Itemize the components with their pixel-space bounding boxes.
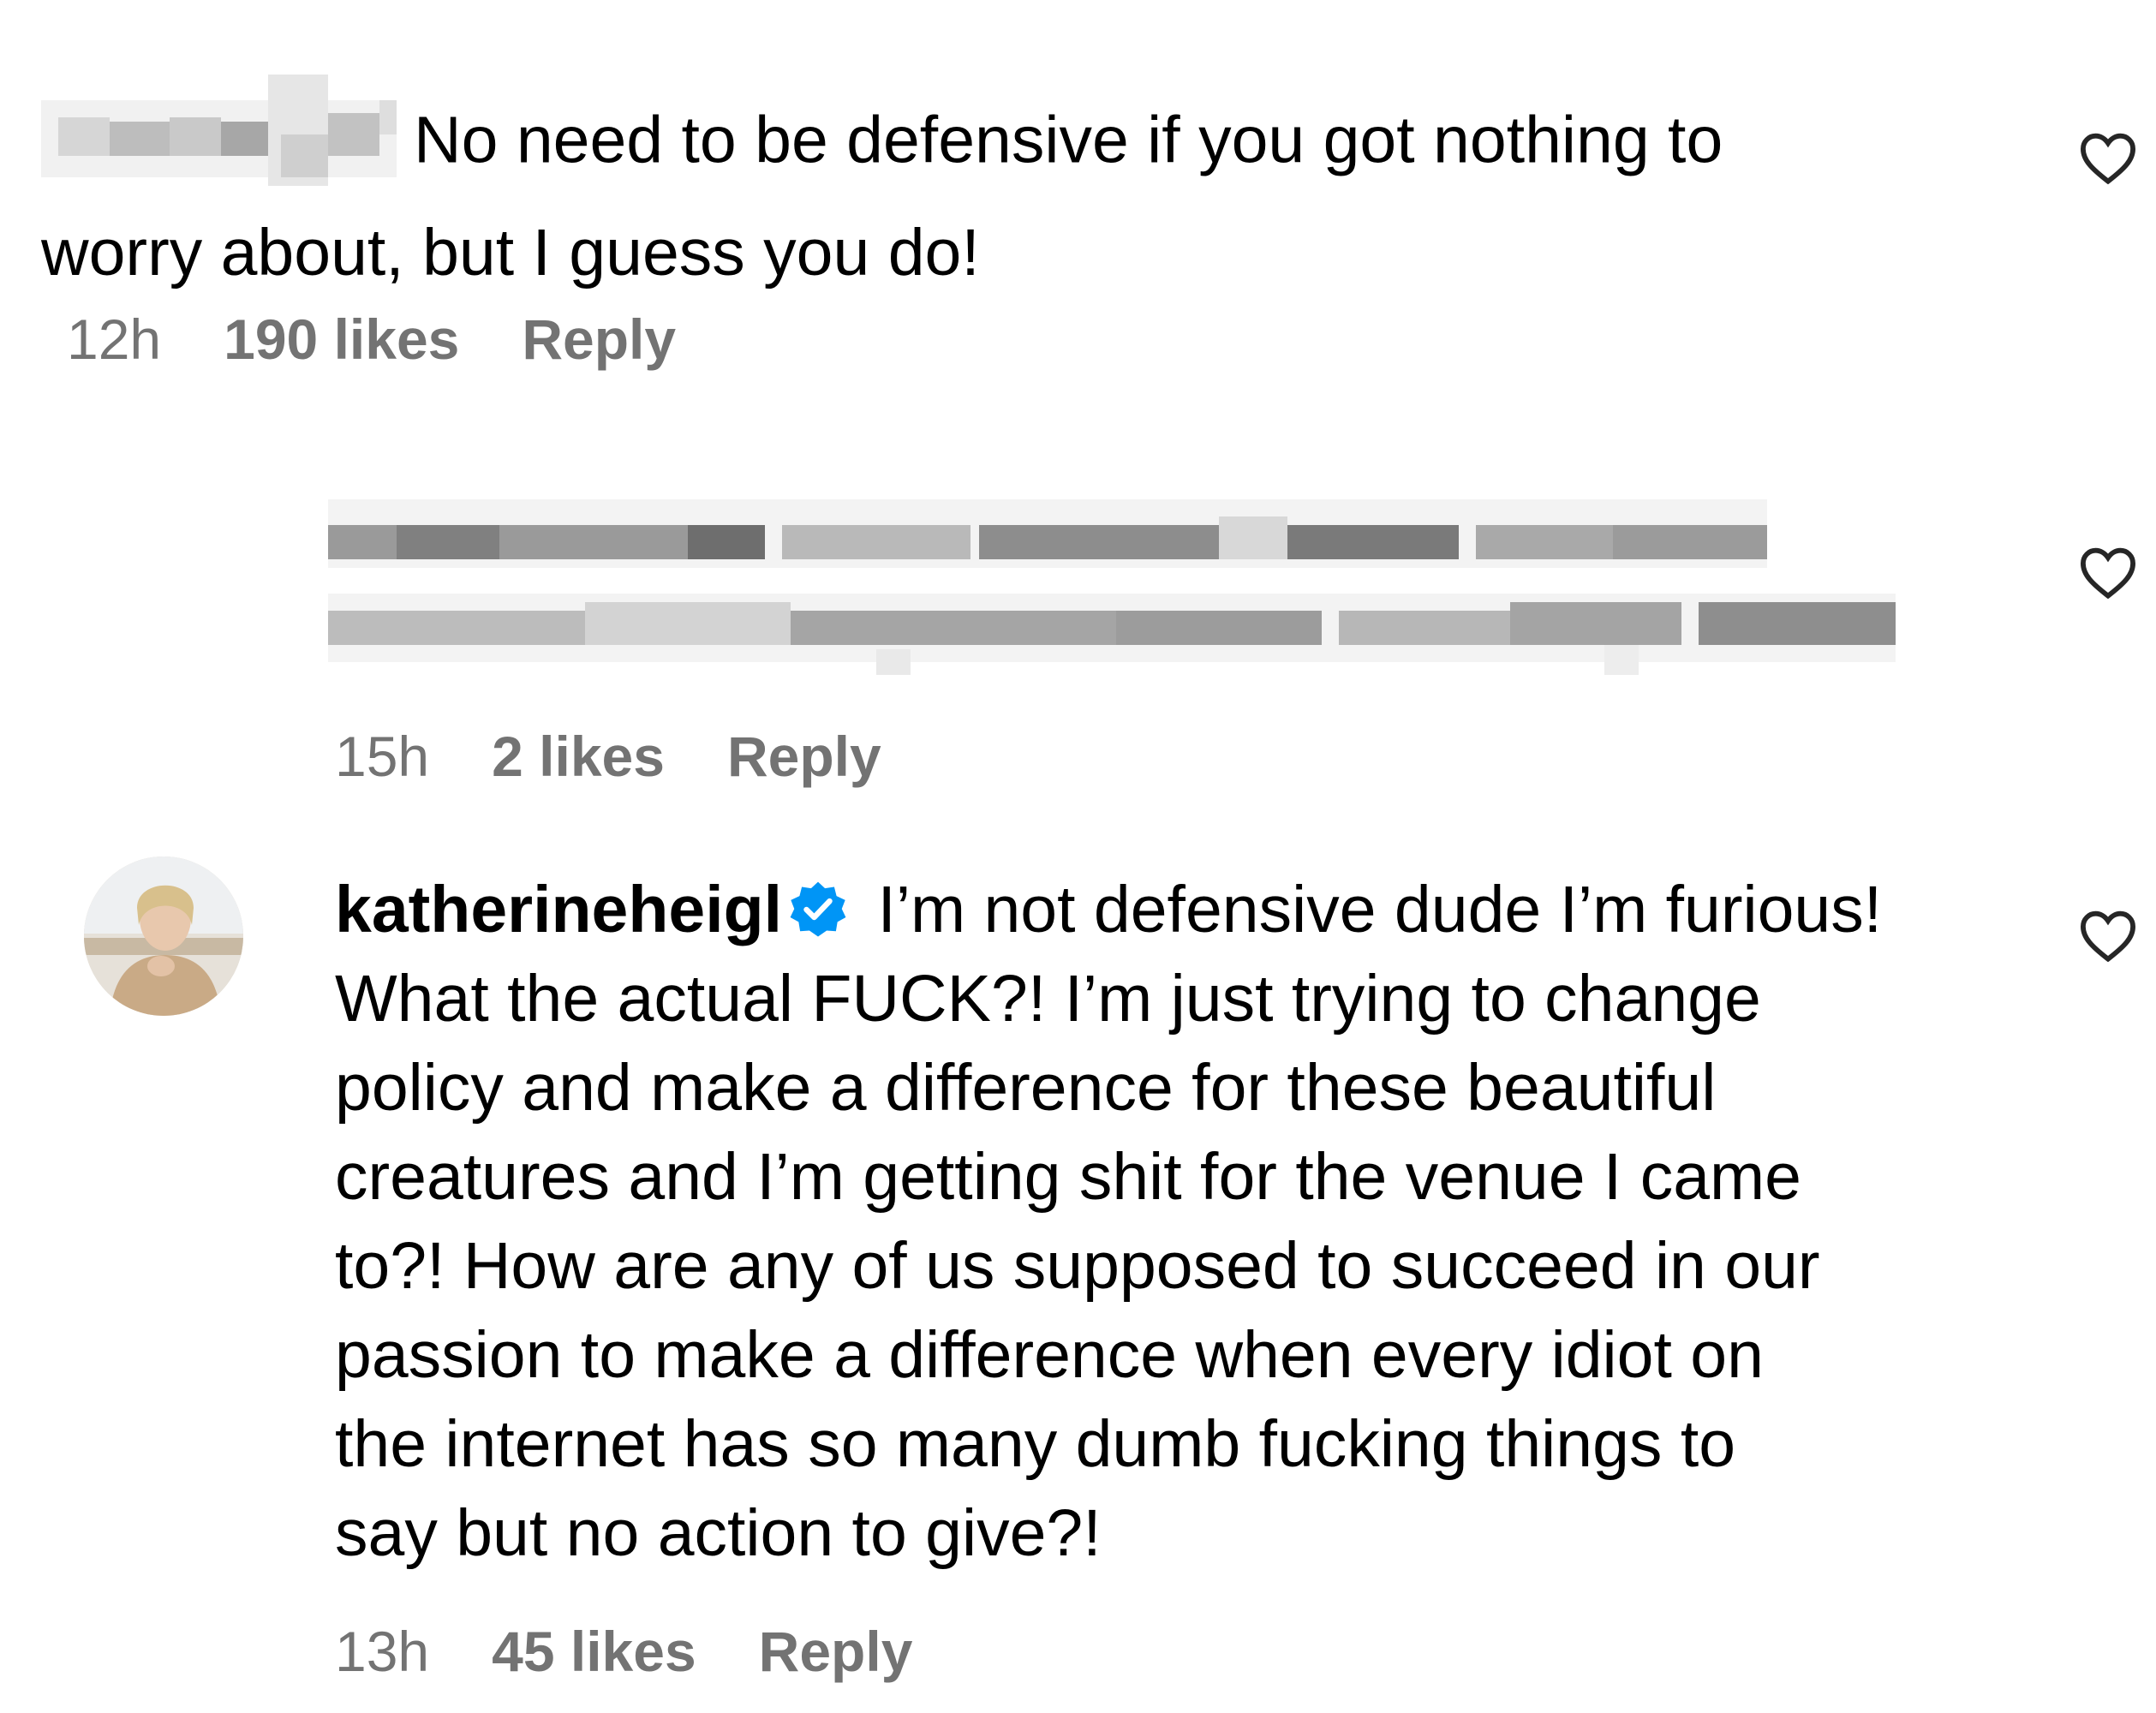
heart-outline-icon[interactable] [2078, 130, 2138, 185]
comment-3-line1: I’m not defensive dude I’m furious! [859, 873, 1883, 946]
comment-1-text: No need to be defensive if you got nothi… [41, 75, 2011, 297]
comment-3-line5: to?! How are any of us supposed to succe… [335, 1229, 1820, 1303]
likes-count-button[interactable]: 2 likes [492, 724, 665, 789]
heart-outline-icon[interactable] [2078, 908, 2138, 963]
comment-1-line1: No need to be defensive if you got nothi… [414, 103, 1723, 177]
comment-1: No need to be defensive if you got nothi… [41, 75, 2011, 297]
reply-button[interactable]: Reply [522, 307, 676, 372]
reply-button[interactable]: Reply [759, 1619, 913, 1684]
comment-3-line6: passion to make a difference when every … [335, 1318, 1764, 1392]
verified-badge-icon [790, 881, 846, 937]
comment-3-line7: the internet has so many dumb fucking th… [335, 1407, 1736, 1481]
comment-3-line3: policy and make a difference for these b… [335, 1051, 1717, 1125]
redacted-username [41, 75, 397, 186]
comment-3-text: katherineheigl I’m not defensive dude I’… [335, 865, 2048, 1578]
avatar[interactable] [84, 856, 243, 1016]
comment-3: katherineheigl I’m not defensive dude I’… [335, 865, 2048, 1578]
comment-2-meta: 15h 2 likes Reply [335, 724, 881, 789]
comment-3-line2: What the actual FUCK?! I’m just trying t… [335, 962, 1761, 1036]
redacted-comment-text [328, 499, 1896, 688]
reply-button[interactable]: Reply [727, 724, 881, 789]
likes-count-button[interactable]: 45 likes [492, 1619, 696, 1684]
likes-count-button[interactable]: 190 likes [224, 307, 459, 372]
comment-3-meta: 13h 45 likes Reply [335, 1619, 912, 1684]
comment-3-line8: say but no action to give?! [335, 1496, 1102, 1570]
heart-outline-icon[interactable] [2078, 545, 2138, 600]
comment-time: 13h [335, 1620, 430, 1683]
username-link[interactable]: katherineheigl [335, 873, 782, 946]
comment-1-line2: worry about, but I guess you do! [41, 216, 980, 289]
comment-time: 12h [67, 307, 162, 371]
comment-1-meta: 12h 190 likes Reply [67, 307, 676, 372]
comment-time: 15h [335, 725, 430, 788]
comment-3-line4: creatures and I’m getting shit for the v… [335, 1140, 1802, 1214]
